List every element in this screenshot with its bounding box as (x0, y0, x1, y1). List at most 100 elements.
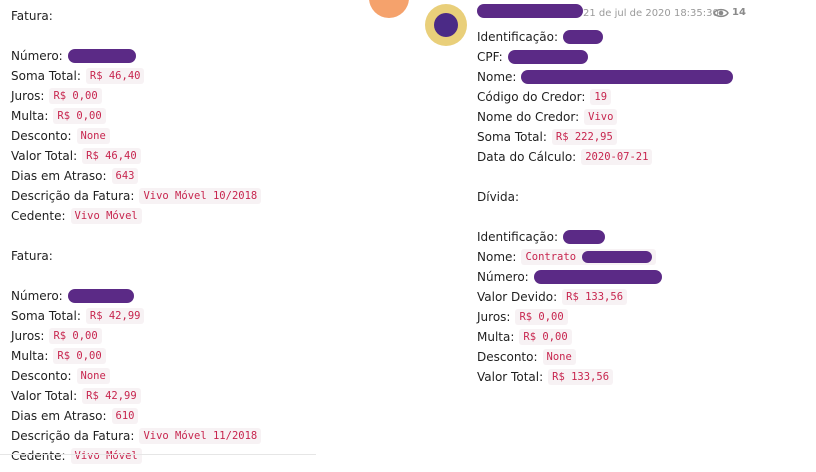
field-label: Número: (11, 289, 63, 303)
field-label: Descrição da Fatura: (11, 189, 135, 203)
field-label: Código do Credor: (477, 90, 586, 104)
creditor-code-row: Código do Credor: 19 (477, 87, 797, 107)
invoice-description-row: Descrição da Fatura: Vivo Móvel 11/2018 (11, 426, 311, 446)
field-label: Nome: (477, 250, 517, 264)
name-row: Nome: (477, 67, 797, 87)
field-label: Dias em Atraso: (11, 409, 107, 423)
field-label: Cedente: (11, 209, 66, 223)
debt-amount-due-row: Valor Devido: R$ 133,56 (477, 287, 797, 307)
invoice-number-row: Número: (11, 46, 311, 66)
field-label: Descrição da Fatura: (11, 429, 135, 443)
field-value: 643 (111, 168, 139, 184)
redaction-mark (507, 50, 588, 64)
debt-fine-row: Multa: R$ 0,00 (477, 327, 797, 347)
redaction-mark (582, 251, 653, 263)
debt-discount-row: Desconto: None (477, 347, 797, 367)
invoice-number-row: Número: (11, 286, 311, 306)
message-divider (0, 454, 316, 455)
invoice-assignor-row: Cedente: Vivo Móvel (11, 206, 311, 226)
field-value: R$ 0,00 (49, 328, 102, 344)
field-value: None (542, 349, 576, 365)
field-label: Valor Devido: (477, 290, 558, 304)
field-value: None (76, 368, 110, 384)
field-label: Identificação: (477, 230, 559, 244)
field-label: Soma Total: (477, 130, 547, 144)
avatar-image (434, 13, 458, 37)
field-value: R$ 42,99 (85, 308, 145, 324)
field-label: Valor Total: (11, 389, 78, 403)
notification-badge (369, 0, 409, 18)
field-value: R$ 0,00 (53, 348, 106, 364)
field-value: R$ 0,00 (519, 329, 572, 345)
user-avatar[interactable] (425, 4, 467, 46)
field-value: R$ 133,56 (562, 289, 628, 305)
field-label: Juros: (11, 89, 45, 103)
field-value: Vivo Móvel (70, 448, 142, 464)
invoice-interest-row: Juros: R$ 0,00 (11, 326, 311, 346)
field-value: Vivo (584, 109, 618, 125)
debt-number-row: Número: (477, 267, 797, 287)
field-label: Desconto: (11, 369, 72, 383)
field-value: R$ 46,40 (85, 68, 145, 84)
invoice-total-row: Valor Total: R$ 46,40 (11, 146, 311, 166)
field-value: 610 (111, 408, 139, 424)
debt-heading: Dívida: (477, 187, 797, 207)
field-value: R$ 42,99 (82, 388, 141, 404)
view-count: 14 (732, 7, 746, 18)
invoice-fine-row: Multa: R$ 0,00 (11, 346, 311, 366)
creditor-name-row: Nome do Credor: Vivo (477, 107, 797, 127)
message-body: Identificação: CPF: Nome: Código do Cred… (477, 27, 797, 387)
invoice-interest-row: Juros: R$ 0,00 (11, 86, 311, 106)
invoice-fine-row: Multa: R$ 0,00 (11, 106, 311, 126)
cpf-row: CPF: (477, 47, 797, 67)
invoice-discount-row: Desconto: None (11, 366, 311, 386)
field-value: 19 (590, 89, 612, 105)
field-label: Cedente: (11, 449, 66, 463)
invoice-discount-row: Desconto: None (11, 126, 311, 146)
field-label: Nome do Credor: (477, 110, 580, 124)
field-label: Desconto: (11, 129, 72, 143)
field-label: Data do Cálculo: (477, 150, 577, 164)
field-label: Juros: (477, 310, 511, 324)
redaction-mark (67, 289, 134, 303)
invoice-days-late-row: Dias em Atraso: 610 (11, 406, 311, 426)
debt-total-row: Valor Total: R$ 133,56 (477, 367, 797, 387)
field-label: Multa: (11, 349, 49, 363)
invoice-total-row: Valor Total: R$ 42,99 (11, 386, 311, 406)
redaction-mark (533, 270, 662, 284)
field-label: Dias em Atraso: (11, 169, 107, 183)
invoice-days-late-row: Dias em Atraso: 643 (11, 166, 311, 186)
field-label: Soma Total: (11, 69, 81, 83)
invoice-sum-row: Soma Total: R$ 42,99 (11, 306, 311, 326)
field-value: Vivo Móvel 10/2018 (139, 188, 262, 204)
field-value: R$ 46,40 (82, 148, 141, 164)
eye-icon (713, 8, 729, 18)
redaction-mark (563, 230, 606, 244)
field-label: Identificação: (477, 30, 559, 44)
field-value: R$ 222,95 (551, 129, 617, 145)
previous-message-body: Fatura: Número: Soma Total: R$ 46,40 Jur… (11, 6, 311, 466)
invoice-assignor-row: Cedente: Vivo Móvel (11, 446, 311, 466)
invoice-heading: Fatura: (11, 246, 311, 266)
field-label: Desconto: (477, 350, 538, 364)
field-label: Número: (477, 270, 529, 284)
field-label: Juros: (11, 329, 45, 343)
debt-name-row: Nome: Contrato (477, 247, 797, 267)
redaction-mark (563, 30, 604, 44)
invoice-heading-text: Fatura: (11, 9, 53, 23)
contract-prefix: Contrato (525, 251, 577, 263)
invoice-sum-row: Soma Total: R$ 46,40 (11, 66, 311, 86)
author-name-redacted[interactable] (477, 4, 583, 18)
sum-row: Soma Total: R$ 222,95 (477, 127, 797, 147)
field-value: Vivo Móvel (70, 208, 142, 224)
field-label: Valor Total: (477, 370, 544, 384)
field-label: Número: (11, 49, 63, 63)
debt-interest-row: Juros: R$ 0,00 (477, 307, 797, 327)
field-value: None (76, 128, 110, 144)
field-value: 2020-07-21 (581, 149, 653, 165)
field-value: Vivo Móvel 11/2018 (139, 428, 262, 444)
